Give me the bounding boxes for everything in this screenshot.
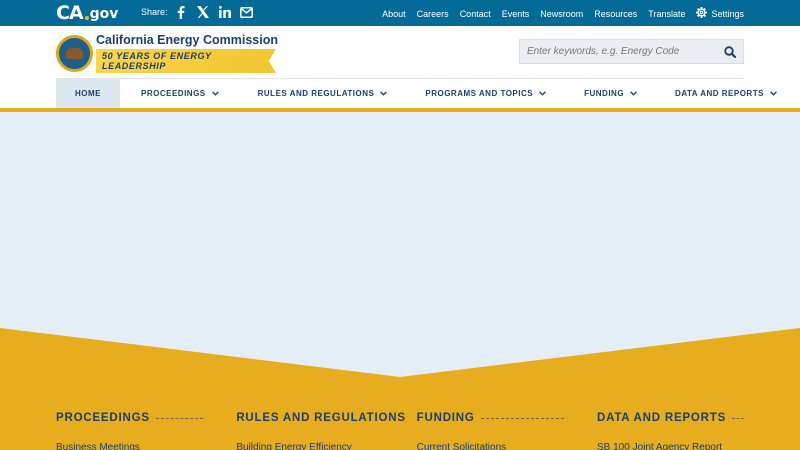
- nav-item-home[interactable]: HOME: [56, 79, 120, 108]
- chevron-down-icon: [770, 89, 777, 98]
- branding-header: California Energy Commission 50 YEARS OF…: [0, 26, 800, 79]
- email-icon[interactable]: [240, 5, 253, 19]
- utility-link-careers[interactable]: Careers: [417, 9, 449, 19]
- ca-gov-logo[interactable]: CA gov: [56, 2, 119, 24]
- nav-label: HOME: [75, 89, 101, 98]
- utility-header: CA gov Share: About Careers Contact Even…: [0, 0, 800, 26]
- footer-column-proceedings: PROCEEDINGS Business Meetings: [56, 412, 203, 450]
- cec-logo[interactable]: California Energy Commission 50 YEARS OF…: [56, 33, 278, 73]
- footer-link-business-meetings[interactable]: Business Meetings: [56, 442, 203, 450]
- chevron-down-icon: [539, 89, 546, 98]
- footer-link-current-solicitations[interactable]: Current Solicitations: [417, 442, 564, 450]
- gear-icon: [696, 7, 708, 20]
- utility-link-translate[interactable]: Translate: [648, 9, 685, 19]
- footer-column-data-and-reports: DATA AND REPORTS SB 100 Joint Agency Rep…: [597, 412, 744, 450]
- chevron-down-icon: [211, 89, 219, 98]
- search-icon[interactable]: [724, 45, 737, 63]
- footer-heading-label: DATA AND REPORTS: [596, 412, 727, 424]
- nav-item-data-and-reports[interactable]: DATA AND REPORTS: [675, 79, 777, 108]
- footer-link-sb100-joint-agency-report[interactable]: SB 100 Joint Agency Report: [597, 442, 744, 450]
- linkedin-icon[interactable]: [218, 5, 231, 19]
- footer-heading-label: RULES AND REGULATIONS: [236, 412, 406, 424]
- share-icons: [174, 5, 253, 19]
- utility-link-contact[interactable]: Contact: [460, 9, 491, 19]
- nav-item-rules-and-regulations[interactable]: RULES AND REGULATIONS: [258, 79, 388, 108]
- share-label: Share:: [141, 7, 168, 17]
- nav-label: FUNDING: [584, 89, 625, 98]
- logo-title: California Energy Commission: [96, 33, 278, 47]
- nav-item-programs-and-topics[interactable]: PROGRAMS AND TOPICS: [425, 79, 546, 108]
- footer-column-rules-and-regulations: RULES AND REGULATIONS Building Energy Ef…: [236, 412, 405, 450]
- chevron-down-icon: [630, 89, 637, 98]
- heading-rule: [732, 417, 744, 419]
- heading-rule: [155, 417, 203, 419]
- footer-heading: RULES AND REGULATIONS: [236, 412, 405, 424]
- heading-rule: [480, 417, 564, 419]
- gov-logo-text: gov: [89, 6, 119, 22]
- facebook-icon[interactable]: [174, 5, 187, 19]
- utility-links: About Careers Contact Events Newsroom Re…: [382, 7, 744, 20]
- nav-item-funding[interactable]: FUNDING: [584, 79, 637, 108]
- chevron-down-icon: [380, 89, 388, 98]
- utility-link-about[interactable]: About: [382, 9, 406, 19]
- footer-column-funding: FUNDING Current Solicitations: [417, 412, 564, 450]
- nav-label: RULES AND REGULATIONS: [257, 89, 375, 98]
- search-box: [519, 39, 744, 64]
- nav-item-proceedings[interactable]: PROCEEDINGS: [141, 79, 219, 108]
- x-icon[interactable]: [196, 5, 209, 19]
- footer-heading: PROCEEDINGS: [56, 412, 203, 424]
- utility-link-newsroom[interactable]: Newsroom: [540, 9, 583, 19]
- nav-label: PROGRAMS AND TOPICS: [425, 89, 534, 98]
- nav-label: PROCEEDINGS: [141, 89, 206, 98]
- cec-seal-icon: [56, 34, 93, 72]
- utility-link-events[interactable]: Events: [502, 9, 530, 19]
- footer-heading-label: FUNDING: [416, 412, 475, 424]
- ca-logo-dot: [84, 15, 89, 20]
- search-input[interactable]: [520, 46, 715, 57]
- ca-logo-text: CA: [56, 2, 84, 24]
- settings-label: Settings: [711, 8, 744, 19]
- footer-heading: FUNDING: [417, 412, 564, 424]
- utility-link-resources[interactable]: Resources: [594, 9, 637, 19]
- footer-link-building-energy-efficiency[interactable]: Building Energy Efficiency: [236, 442, 383, 450]
- settings-button[interactable]: Settings: [696, 7, 744, 20]
- nav-label: DATA AND REPORTS: [675, 89, 764, 98]
- footer-heading: DATA AND REPORTS: [597, 412, 744, 424]
- footer-columns: PROCEEDINGS Business Meetings RULES AND …: [56, 412, 744, 450]
- main-navigation: HOME PROCEEDINGS RULES AND REGULATIONS P…: [0, 79, 800, 108]
- logo-tagline: 50 YEARS OF ENERGY LEADERSHIP: [96, 49, 276, 73]
- footer-heading-label: PROCEEDINGS: [56, 412, 150, 424]
- logo-text: California Energy Commission 50 YEARS OF…: [96, 33, 278, 73]
